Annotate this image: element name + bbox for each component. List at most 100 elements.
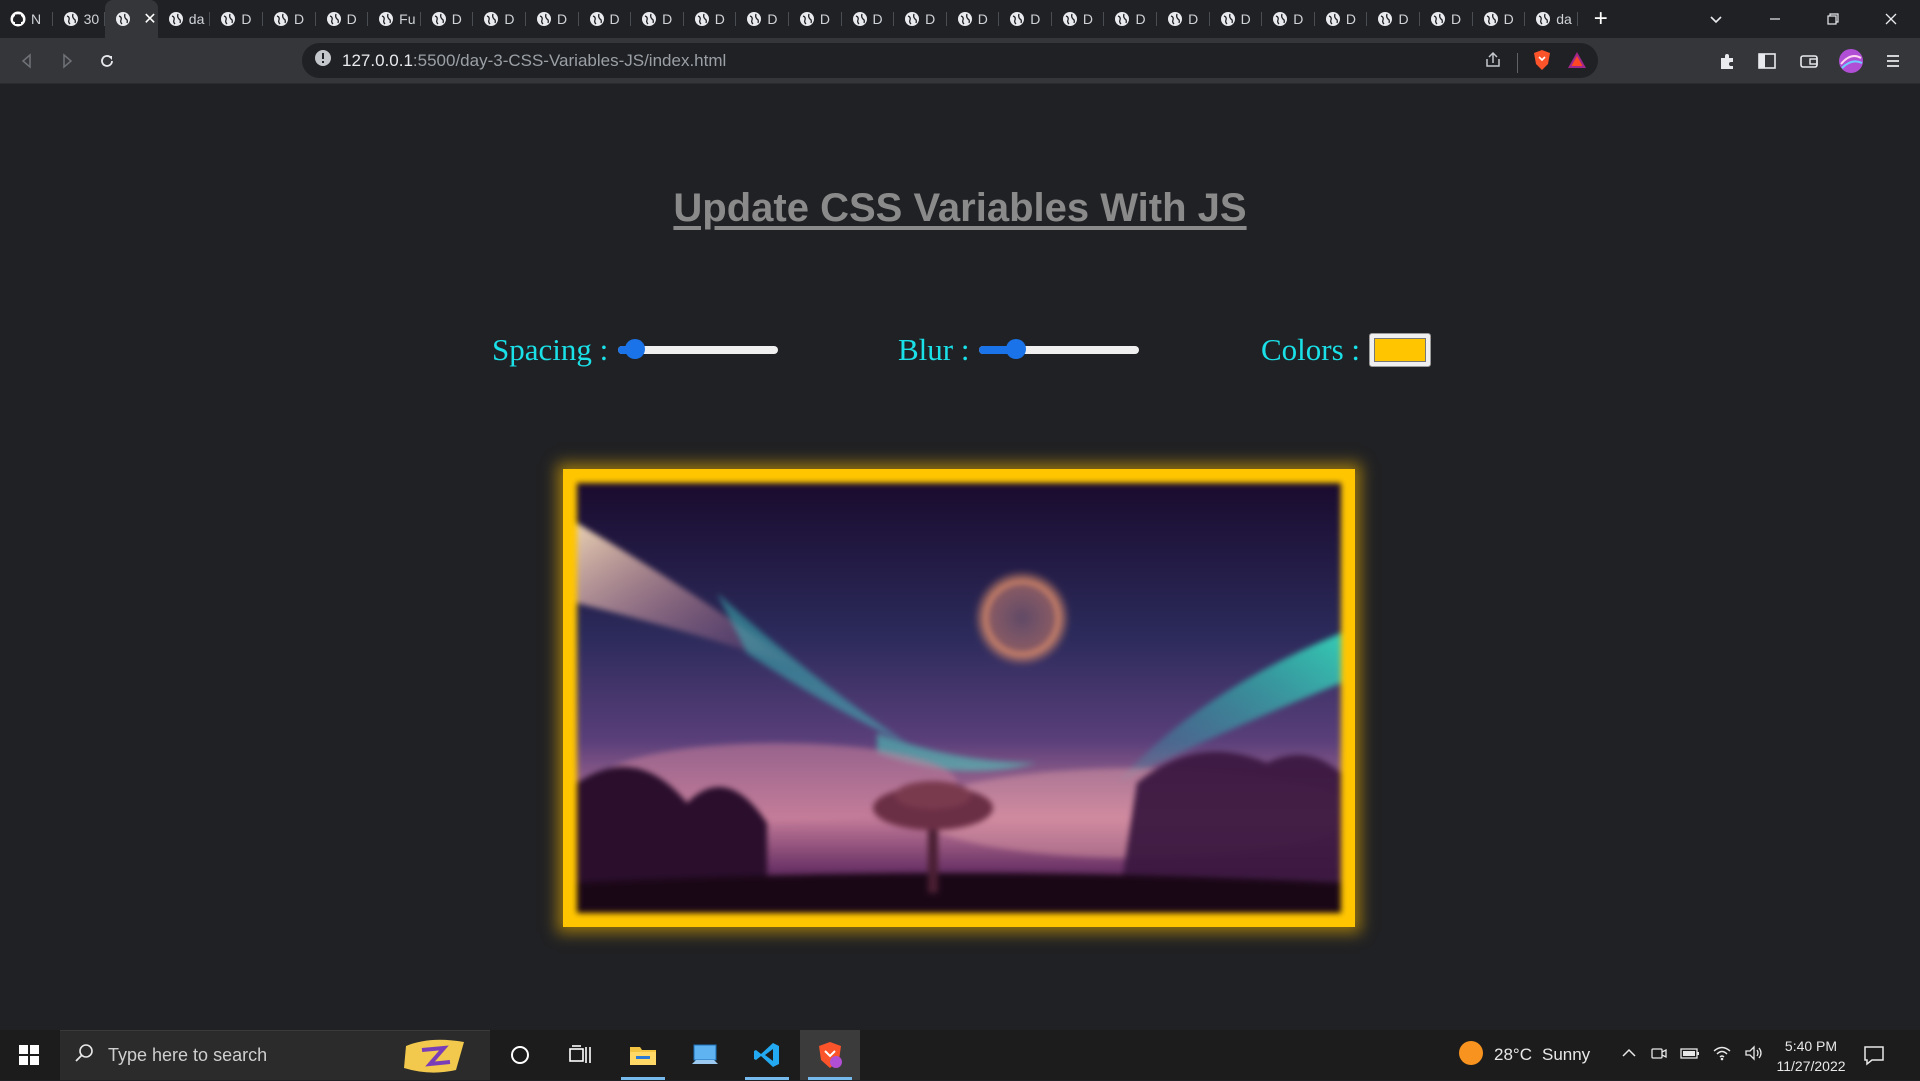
chevron-up-icon[interactable] <box>1620 1044 1638 1067</box>
taskbar-search-box[interactable]: Type here to search <box>60 1030 490 1080</box>
tab[interactable]: D <box>1315 0 1368 38</box>
address-bar[interactable]: 127.0.0.1:5500/day-3-CSS-Variables-JS/in… <box>302 43 1598 78</box>
tab-title: D <box>609 11 620 27</box>
globe-icon <box>326 11 342 27</box>
tab-title: D <box>241 11 252 27</box>
close-window-button[interactable] <box>1862 0 1920 38</box>
globe-icon <box>483 11 499 27</box>
tab[interactable]: D <box>684 0 737 38</box>
tab[interactable]: D <box>421 0 474 38</box>
tab[interactable]: D <box>1367 0 1420 38</box>
vscode-icon[interactable] <box>737 1030 797 1080</box>
tab-search-chevron-icon[interactable] <box>1706 9 1726 29</box>
sidebar-icon[interactable] <box>1754 48 1780 74</box>
reload-button[interactable] <box>94 48 120 74</box>
tab[interactable]: D <box>316 0 369 38</box>
tab-title: D <box>1345 11 1356 27</box>
minimize-button[interactable] <box>1746 0 1804 38</box>
share-icon[interactable] <box>1483 50 1503 75</box>
tab-title: D <box>819 11 831 27</box>
tab-close-icon[interactable]: ✕ <box>143 9 156 29</box>
profile-avatar[interactable] <box>1838 48 1864 74</box>
forward-button[interactable] <box>54 48 80 74</box>
globe-icon <box>1483 11 1499 27</box>
site-info-icon[interactable] <box>314 49 332 72</box>
tab[interactable]: D <box>1262 0 1315 38</box>
task-view-icon[interactable] <box>550 1030 610 1080</box>
tab[interactable]: D <box>1157 0 1210 38</box>
slider-thumb[interactable] <box>1006 339 1027 359</box>
tab-strip: N 30 ✕ da D D D Fu D D D D D D D D D D D D D D D D D D D D Dda + <box>0 0 1920 38</box>
tab[interactable]: N <box>0 0 53 38</box>
volume-icon[interactable] <box>1744 1044 1764 1067</box>
color-picker[interactable] <box>1369 333 1432 367</box>
tab[interactable]: D <box>1104 0 1157 38</box>
spacing-slider[interactable] <box>618 339 779 361</box>
brave-rewards-icon[interactable] <box>1566 50 1588 75</box>
globe-icon <box>589 11 605 27</box>
system-clock[interactable]: 5:40 PM 11/27/2022 <box>1770 1036 1852 1076</box>
battery-icon[interactable] <box>1680 1044 1700 1067</box>
tab-title: D <box>504 11 515 27</box>
tab-title: D <box>451 11 462 27</box>
restore-button[interactable] <box>1804 0 1862 38</box>
start-button[interactable] <box>0 1030 58 1080</box>
sun-icon <box>1458 1040 1484 1071</box>
tab[interactable]: 30 <box>53 0 106 38</box>
tab-title: D <box>977 11 988 27</box>
wallet-icon[interactable] <box>1796 48 1822 74</box>
brave-browser-icon[interactable] <box>800 1030 860 1080</box>
slider-thumb[interactable] <box>625 339 646 359</box>
back-button[interactable] <box>14 48 40 74</box>
tab[interactable]: D <box>631 0 684 38</box>
new-tab-button[interactable]: + <box>1582 0 1620 38</box>
tab[interactable]: D <box>999 0 1052 38</box>
globe-icon <box>694 11 710 27</box>
spacing-label: Spacing : <box>492 332 609 367</box>
tab[interactable]: D <box>526 0 579 38</box>
tab[interactable]: D <box>736 0 789 38</box>
tab[interactable]: D <box>1210 0 1263 38</box>
remote-desktop-icon[interactable] <box>675 1030 735 1080</box>
tab[interactable]: D <box>1420 0 1473 38</box>
wifi-icon[interactable] <box>1712 1044 1732 1067</box>
tab[interactable]: D <box>894 0 947 38</box>
tab-active[interactable]: ✕ <box>105 0 158 38</box>
clock-date: 11/27/2022 <box>1776 1058 1846 1074</box>
tab[interactable]: D <box>1052 0 1105 38</box>
tab[interactable]: D <box>1473 0 1526 38</box>
tab[interactable]: D <box>842 0 895 38</box>
globe-icon <box>1220 11 1236 27</box>
notification-center-icon[interactable] <box>1862 1043 1886 1072</box>
tab[interactable]: Fu <box>368 0 421 38</box>
menu-icon[interactable] <box>1880 48 1906 74</box>
blur-label: Blur : <box>898 332 970 367</box>
tab[interactable]: D <box>789 0 842 38</box>
window-controls <box>1746 0 1920 38</box>
brave-shields-icon[interactable] <box>1532 49 1552 76</box>
tab[interactable]: D <box>947 0 1000 38</box>
extensions-icon[interactable] <box>1714 48 1740 74</box>
file-explorer-icon[interactable] <box>613 1030 673 1080</box>
globe-icon <box>1272 11 1288 27</box>
blur-slider[interactable] <box>979 339 1140 361</box>
url-host: 127.0.0.1 <box>342 50 413 70</box>
tab-title: N <box>31 11 42 27</box>
tab[interactable]: D <box>263 0 316 38</box>
tab[interactable]: da <box>158 0 211 38</box>
globe-icon <box>115 11 131 27</box>
tab[interactable]: da <box>1525 0 1578 38</box>
meet-now-icon[interactable] <box>1650 1044 1668 1067</box>
aurora-landscape-image <box>577 483 1341 913</box>
cortana-icon[interactable] <box>490 1030 550 1080</box>
tab-title: D <box>1451 11 1462 27</box>
tab[interactable]: D <box>579 0 632 38</box>
tab[interactable]: D <box>473 0 526 38</box>
search-highlight-icon <box>400 1036 470 1081</box>
tab[interactable]: D <box>210 0 263 38</box>
weather-widget[interactable]: 28°C Sunny <box>1458 1030 1590 1080</box>
color-value-swatch <box>1374 338 1427 362</box>
globe-icon <box>1114 11 1130 27</box>
globe-icon <box>220 11 236 27</box>
globe-icon <box>431 11 447 27</box>
